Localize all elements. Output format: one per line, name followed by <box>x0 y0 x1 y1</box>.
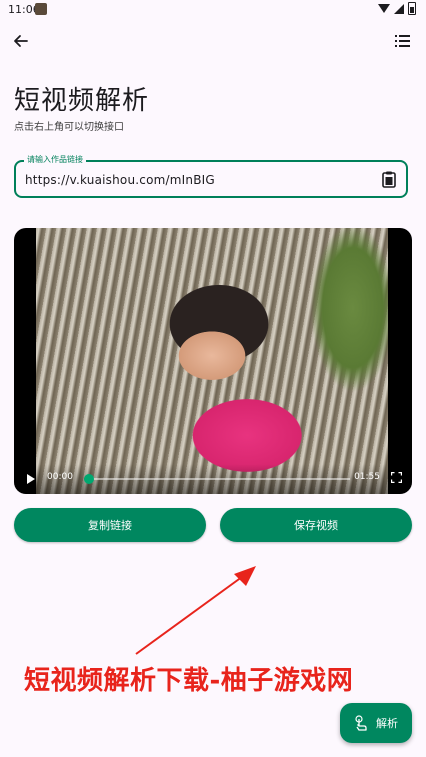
parse-fab-label: 解析 <box>376 717 398 730</box>
page-subtitle: 点击右上角可以切换接口 <box>14 122 124 133</box>
back-button[interactable] <box>10 30 32 52</box>
clipboard-icon[interactable] <box>380 170 398 188</box>
seek-thumb[interactable] <box>84 474 95 484</box>
url-input[interactable]: 请输入作品链接 https://v.kuaishou.com/mInBIG <box>14 154 408 198</box>
watermark-text: 短视频解析下载-柚子游戏网 <box>24 666 354 696</box>
video-controls: 00:00 01:55 <box>14 464 412 494</box>
play-icon[interactable] <box>27 474 35 484</box>
status-bar: 11:06 <box>0 0 426 22</box>
url-input-value[interactable]: https://v.kuaishou.com/mInBIG <box>25 173 215 187</box>
status-icons <box>378 2 416 15</box>
app-notification-icon <box>35 3 47 15</box>
arrow-left-icon <box>14 35 28 47</box>
red-arrow-icon <box>135 566 256 655</box>
url-input-label: 请输入作品链接 <box>24 154 86 165</box>
video-player[interactable]: 00:00 01:55 <box>14 228 412 494</box>
seek-bar[interactable] <box>84 474 350 484</box>
copy-link-button[interactable]: 复制链接 <box>14 508 206 542</box>
hand-tap-icon <box>355 715 367 731</box>
page-title: 短视频解析 <box>14 86 150 116</box>
signal-icon <box>394 3 404 14</box>
fullscreen-icon[interactable] <box>391 472 402 483</box>
save-video-button[interactable]: 保存视频 <box>220 508 412 542</box>
switch-api-button[interactable] <box>392 30 414 52</box>
parse-fab-button[interactable]: 解析 <box>340 703 412 743</box>
list-icon <box>395 35 410 47</box>
battery-icon <box>408 2 416 15</box>
wifi-icon <box>378 4 390 13</box>
duration: 01:55 <box>354 472 380 482</box>
video-frame <box>36 228 388 494</box>
current-time: 00:00 <box>47 472 73 482</box>
